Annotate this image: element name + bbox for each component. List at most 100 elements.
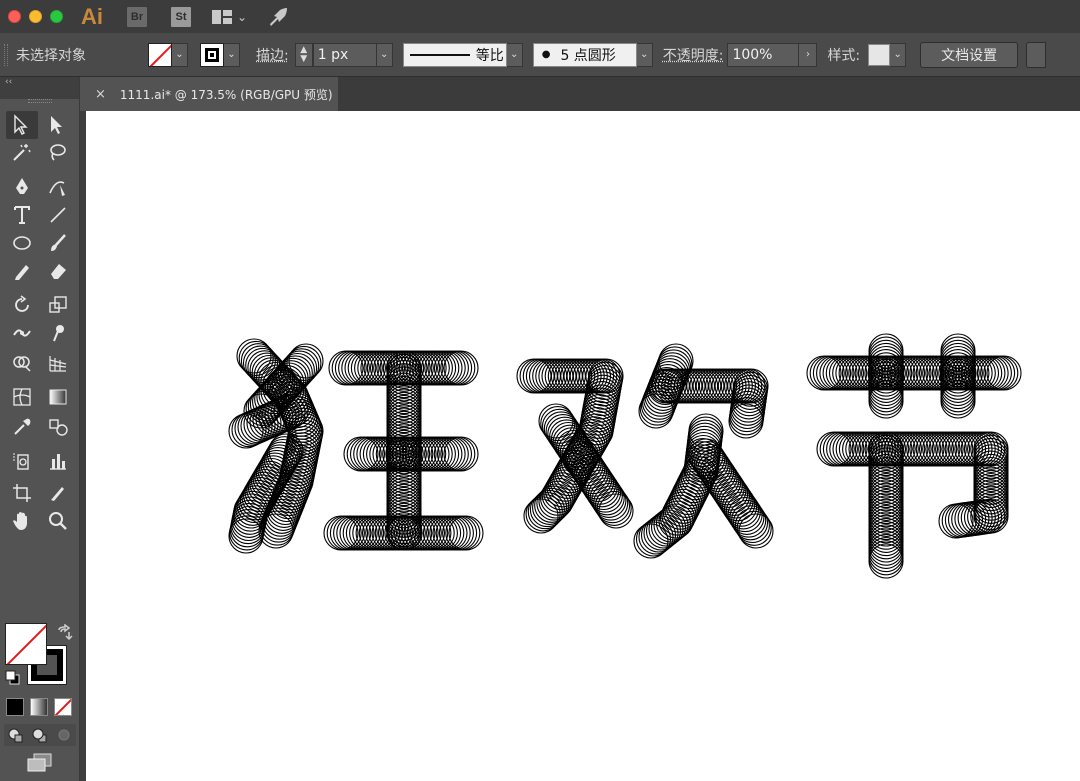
type-tool-button[interactable]	[6, 201, 38, 229]
stroke-weight-field[interactable]: 1 px	[312, 42, 377, 67]
opacity-label[interactable]: 不透明度:	[663, 45, 724, 65]
stroke-color-dropdown[interactable]: ⌄	[224, 42, 240, 67]
brush-dot-icon: ●	[541, 49, 551, 60]
draw-normal-icon[interactable]	[7, 726, 25, 744]
artwork-glyphs[interactable]	[228, 333, 1022, 579]
perspective-grid-tool-button[interactable]	[42, 349, 74, 377]
draw-inside-icon[interactable]	[55, 726, 73, 744]
collapse-arrows-icon[interactable]: ‹‹	[5, 77, 12, 87]
fill-color-swatch[interactable]	[148, 42, 172, 67]
fill-color-box[interactable]	[5, 623, 47, 665]
screen-mode-icon[interactable]	[26, 752, 54, 774]
profile-label: 等比	[475, 47, 504, 64]
paintbrush-tool-button[interactable]	[42, 229, 74, 257]
brush-definition[interactable]: ● 5 点圆形	[532, 42, 637, 67]
stock-button[interactable]: St	[171, 6, 191, 27]
toolbox-header[interactable]: ‹‹	[0, 77, 79, 99]
eraser-tool-icon	[51, 264, 66, 279]
gradient-tool-button[interactable]	[42, 383, 74, 411]
brush-label: 5 点圆形	[560, 47, 616, 64]
swap-fill-stroke-icon[interactable]	[56, 624, 74, 642]
close-tab-icon[interactable]: ×	[95, 87, 106, 102]
bridge-button[interactable]: Br	[127, 6, 147, 27]
chevron-down-icon: ⌄	[237, 9, 248, 24]
default-fill-stroke-icon[interactable]	[4, 669, 22, 687]
mesh-tool-icon	[13, 388, 31, 406]
document-tab[interactable]: × 1111.ai* @ 173.5% (RGB/GPU 预览)	[86, 77, 338, 111]
fill-dropdown[interactable]: ⌄	[172, 42, 188, 67]
stroke-weight-stepper[interactable]: ▲ ▼	[294, 42, 313, 67]
shape-builder-tool-button[interactable]	[6, 349, 38, 377]
stroke-weight-dropdown[interactable]: ⌄	[376, 42, 393, 67]
pen-tool-button[interactable]	[6, 173, 38, 201]
toolbox: ‹‹	[0, 77, 80, 781]
layout-grid-icon	[212, 9, 232, 24]
publish-button[interactable]	[267, 7, 289, 27]
mesh-tool-button[interactable]	[6, 383, 38, 411]
ellipse-tool-icon	[13, 236, 31, 250]
artboard-tool-icon	[13, 484, 31, 502]
title-bar: Ai Br St ⌄	[0, 0, 1080, 33]
slice-tool-button[interactable]	[42, 479, 74, 507]
magic-wand-tool-button[interactable]	[6, 139, 38, 167]
paintbrush-tool-icon	[51, 234, 66, 251]
blend-tool-button[interactable]	[42, 413, 74, 441]
blend-tool-icon	[49, 419, 68, 436]
brush-dropdown[interactable]: ⌄	[636, 42, 653, 67]
toolbox-grip[interactable]	[27, 99, 52, 103]
color-mode-button[interactable]	[6, 698, 24, 716]
line-segment-tool-button[interactable]	[42, 201, 74, 229]
column-graph-tool-button[interactable]	[42, 447, 74, 475]
line-segment-tool-icon	[50, 207, 66, 223]
rotate-tool-button[interactable]	[6, 291, 38, 319]
preferences-button[interactable]	[1026, 41, 1047, 68]
zoom-tool-button[interactable]	[42, 507, 74, 535]
stroke-label[interactable]: 描边:	[256, 45, 289, 65]
puppet-warp-tool-button[interactable]	[42, 319, 74, 347]
variable-width-profile[interactable]: 等比	[402, 42, 507, 67]
close-window-button[interactable]	[8, 10, 21, 23]
ellipse-tool-button[interactable]	[6, 229, 38, 257]
style-dropdown[interactable]: ⌄	[890, 42, 907, 67]
selection-tool-button[interactable]	[6, 111, 38, 139]
symbol-sprayer-tool-button[interactable]	[6, 447, 38, 475]
opacity-arrow-button[interactable]: ›	[799, 42, 818, 67]
lasso-tool-icon	[50, 144, 66, 161]
hand-tool-button[interactable]	[6, 507, 38, 535]
artboard-tool-button[interactable]	[6, 479, 38, 507]
graphic-style-swatch[interactable]	[868, 43, 891, 66]
lasso-tool-button[interactable]	[42, 139, 74, 167]
none-mode-button[interactable]	[54, 698, 72, 716]
width-tool-button[interactable]	[6, 319, 38, 347]
profile-dropdown[interactable]: ⌄	[506, 42, 523, 67]
zoom-window-button[interactable]	[50, 10, 63, 23]
eyedropper-tool-button[interactable]	[6, 413, 38, 441]
pencil-tool-button[interactable]	[6, 257, 38, 285]
minimize-window-button[interactable]	[29, 10, 42, 23]
stroke-profile-line	[409, 53, 470, 56]
arrange-documents-button[interactable]: ⌄	[211, 9, 247, 25]
magic-wand-tool-icon	[13, 144, 31, 161]
curvature-tool-button[interactable]	[42, 173, 74, 201]
opacity-field[interactable]: 100%	[727, 42, 800, 67]
gradient-mode-button[interactable]	[30, 698, 48, 716]
app-logo: Ai	[81, 3, 103, 29]
symbol-sprayer-tool-icon	[13, 453, 29, 470]
zoom-tool-icon	[49, 512, 67, 530]
eraser-tool-button[interactable]	[42, 257, 74, 285]
draw-behind-icon[interactable]	[31, 726, 49, 744]
artwork-text[interactable]	[86, 111, 1080, 781]
scale-tool-button[interactable]	[42, 291, 74, 319]
none-slash-icon	[149, 43, 171, 66]
document-setup-button[interactable]: 文档设置	[920, 41, 1019, 68]
selection-tool-icon	[14, 114, 28, 135]
perspective-grid-tool-icon	[49, 356, 67, 372]
width-tool-icon	[13, 329, 31, 337]
stroke-color-swatch[interactable]	[200, 42, 224, 67]
scale-tool-icon	[49, 296, 67, 313]
control-bar-grip[interactable]	[4, 43, 8, 66]
direct-selection-tool-icon	[51, 116, 62, 134]
direct-selection-tool-button[interactable]	[42, 111, 74, 139]
artboard-canvas[interactable]	[86, 111, 1080, 781]
gradient-tool-icon	[49, 389, 67, 405]
